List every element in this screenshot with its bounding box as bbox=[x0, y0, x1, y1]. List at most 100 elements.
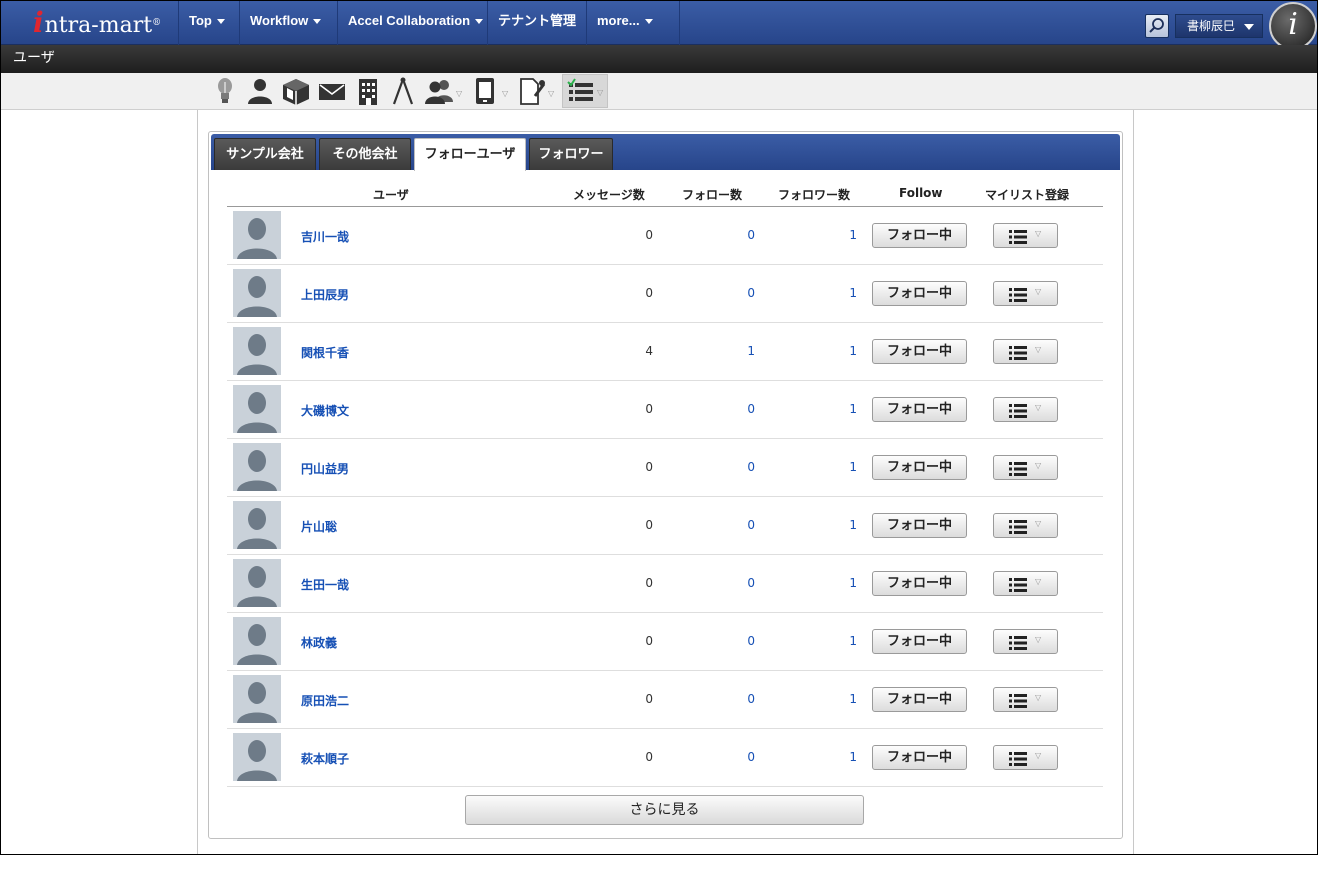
mail-icon[interactable] bbox=[318, 76, 346, 106]
nav-accel-collaboration-menu[interactable]: Accel Collaboration bbox=[337, 1, 487, 45]
list-menu-button[interactable]: ▽ bbox=[562, 74, 608, 108]
user-menu-dropdown[interactable]: 書柳辰巳 bbox=[1175, 14, 1263, 38]
edit-dropdown-caret[interactable]: ▽ bbox=[548, 89, 554, 98]
avatar[interactable] bbox=[233, 617, 281, 665]
avatar[interactable] bbox=[233, 501, 281, 549]
follow-count-link[interactable]: 0 bbox=[707, 518, 755, 532]
follow-count-link[interactable]: 0 bbox=[707, 750, 755, 764]
follower-count-link[interactable]: 1 bbox=[807, 576, 857, 590]
follow-count-link[interactable]: 0 bbox=[707, 460, 755, 474]
intra-mart-logo[interactable]: intra-mart® bbox=[33, 7, 161, 39]
search-button[interactable] bbox=[1145, 14, 1169, 38]
follower-count-link[interactable]: 1 bbox=[807, 402, 857, 416]
user-name-link[interactable]: 生田一哉 bbox=[301, 576, 349, 593]
avatar[interactable] bbox=[233, 211, 281, 259]
follower-count-link[interactable]: 1 bbox=[807, 634, 857, 648]
follow-count-link[interactable]: 0 bbox=[707, 576, 755, 590]
chevron-down-icon bbox=[1244, 24, 1254, 30]
following-button[interactable]: フォロー中 bbox=[872, 513, 967, 538]
user-name-link[interactable]: 吉川一哉 bbox=[301, 228, 349, 245]
user-name-link[interactable]: 萩本順子 bbox=[301, 750, 349, 767]
avatar[interactable] bbox=[233, 385, 281, 433]
follower-count-link[interactable]: 1 bbox=[807, 692, 857, 706]
mylist-add-button[interactable]: ▽ bbox=[993, 223, 1058, 248]
user-icon[interactable] bbox=[246, 76, 274, 106]
follow-count-link[interactable]: 1 bbox=[707, 344, 755, 358]
avatar[interactable] bbox=[233, 269, 281, 317]
table-row: 円山益男 0 0 1 フォロー中 ▽ bbox=[227, 439, 1103, 497]
compass-icon[interactable] bbox=[391, 76, 415, 106]
list-icon bbox=[1009, 693, 1027, 712]
intra-mart-brand-icon[interactable]: i bbox=[1269, 2, 1317, 50]
user-name-link[interactable]: 円山益男 bbox=[301, 460, 349, 477]
following-button[interactable]: フォロー中 bbox=[872, 455, 967, 480]
cube-icon[interactable] bbox=[281, 76, 311, 106]
table-row: 萩本順子 0 0 1 フォロー中 ▽ bbox=[227, 729, 1103, 787]
list-icon bbox=[1009, 577, 1027, 596]
edit-pin-icon[interactable] bbox=[518, 76, 546, 106]
avatar[interactable] bbox=[233, 733, 281, 781]
lightbulb-icon[interactable] bbox=[213, 76, 237, 106]
avatar[interactable] bbox=[233, 327, 281, 375]
following-button[interactable]: フォロー中 bbox=[872, 687, 967, 712]
device-icon[interactable] bbox=[473, 76, 499, 106]
group-dropdown-caret[interactable]: ▽ bbox=[456, 89, 462, 98]
follow-count-link[interactable]: 0 bbox=[707, 692, 755, 706]
chevron-down-icon: ▽ bbox=[1035, 635, 1042, 644]
follower-count-link[interactable]: 1 bbox=[807, 344, 857, 358]
avatar[interactable] bbox=[233, 443, 281, 491]
building-icon[interactable] bbox=[356, 76, 380, 106]
chevron-down-icon: ▽ bbox=[1035, 519, 1042, 528]
following-button[interactable]: フォロー中 bbox=[872, 397, 967, 422]
tab-follow-users[interactable]: フォローユーザ bbox=[414, 138, 526, 171]
follow-count-link[interactable]: 0 bbox=[707, 402, 755, 416]
user-name-link[interactable]: 片山聡 bbox=[301, 518, 337, 535]
tab-followers[interactable]: フォロワー bbox=[529, 138, 613, 170]
device-dropdown-caret[interactable]: ▽ bbox=[502, 89, 508, 98]
group-icon[interactable] bbox=[424, 76, 456, 106]
follower-count-link[interactable]: 1 bbox=[807, 460, 857, 474]
list-icon bbox=[1009, 461, 1027, 480]
column-header-user: ユーザ bbox=[373, 188, 409, 202]
following-button[interactable]: フォロー中 bbox=[872, 629, 967, 654]
follow-count-link[interactable]: 0 bbox=[707, 634, 755, 648]
follow-count-link[interactable]: 0 bbox=[707, 228, 755, 242]
tab-other-company[interactable]: その他会社 bbox=[319, 138, 411, 170]
user-name-link[interactable]: 林政義 bbox=[301, 634, 337, 651]
following-button[interactable]: フォロー中 bbox=[872, 339, 967, 364]
following-button[interactable]: フォロー中 bbox=[872, 571, 967, 596]
mylist-add-button[interactable]: ▽ bbox=[993, 397, 1058, 422]
following-button[interactable]: フォロー中 bbox=[872, 745, 967, 770]
message-count: 0 bbox=[645, 460, 653, 474]
avatar[interactable] bbox=[233, 675, 281, 723]
tab-sample-company[interactable]: サンプル会社 bbox=[214, 138, 316, 170]
mylist-add-button[interactable]: ▽ bbox=[993, 687, 1058, 712]
user-name-link[interactable]: 原田浩二 bbox=[301, 692, 349, 709]
follow-count-link[interactable]: 0 bbox=[707, 286, 755, 300]
mylist-add-button[interactable]: ▽ bbox=[993, 513, 1058, 538]
user-name-link[interactable]: 大磯博文 bbox=[301, 402, 349, 419]
mylist-add-button[interactable]: ▽ bbox=[993, 629, 1058, 654]
follower-count-link[interactable]: 1 bbox=[807, 286, 857, 300]
mylist-add-button[interactable]: ▽ bbox=[993, 455, 1058, 480]
chevron-down-icon: ▽ bbox=[1035, 693, 1042, 702]
list-icon bbox=[1009, 635, 1027, 654]
mylist-add-button[interactable]: ▽ bbox=[993, 745, 1058, 770]
nav-more-menu[interactable]: more... bbox=[586, 1, 680, 45]
following-button[interactable]: フォロー中 bbox=[872, 281, 967, 306]
following-button[interactable]: フォロー中 bbox=[872, 223, 967, 248]
follower-count-link[interactable]: 1 bbox=[807, 518, 857, 532]
nav-workflow-menu[interactable]: Workflow bbox=[239, 1, 337, 45]
user-name-link[interactable]: 上田辰男 bbox=[301, 286, 349, 303]
nav-top-menu[interactable]: Top bbox=[178, 1, 239, 45]
mylist-add-button[interactable]: ▽ bbox=[993, 339, 1058, 364]
chevron-down-icon bbox=[313, 19, 322, 25]
user-name-link[interactable]: 関根千香 bbox=[301, 344, 349, 361]
nav-tenant-admin-menu[interactable]: テナント管理 bbox=[487, 1, 586, 65]
mylist-add-button[interactable]: ▽ bbox=[993, 281, 1058, 306]
follower-count-link[interactable]: 1 bbox=[807, 750, 857, 764]
avatar[interactable] bbox=[233, 559, 281, 607]
mylist-add-button[interactable]: ▽ bbox=[993, 571, 1058, 596]
follower-count-link[interactable]: 1 bbox=[807, 228, 857, 242]
show-more-button[interactable]: さらに見る bbox=[465, 795, 864, 825]
